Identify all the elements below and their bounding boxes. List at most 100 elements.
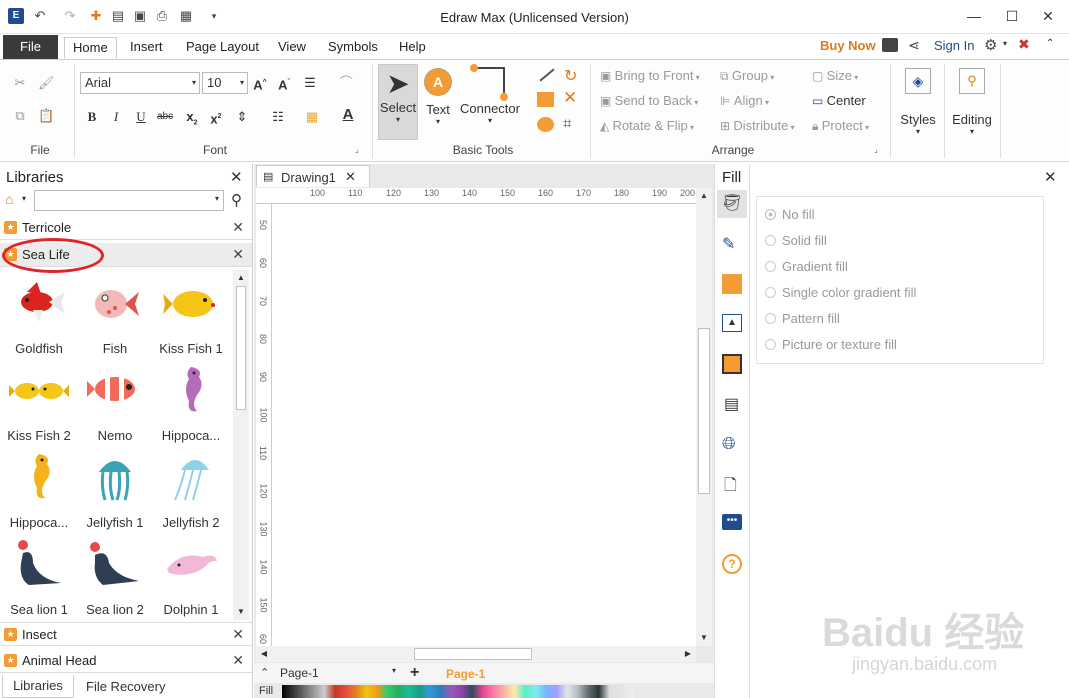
attachment-icon[interactable]: 🗋 [724,474,737,501]
text-tool-button[interactable]: A Text ▾ [420,64,456,140]
close-icon[interactable]: ✕ [232,219,244,236]
solid-fill-option[interactable]: Solid fill [765,233,827,248]
fill-icon[interactable]: 🪣︎ [717,190,747,218]
pattern-fill-option[interactable]: Pattern fill [765,311,840,326]
close-button[interactable]: ✕ [1028,4,1068,28]
rotate-flip-button[interactable]: ◭ Rotate & Flip ▾ [600,118,694,133]
scroll-left-icon[interactable]: ◀ [256,646,272,662]
image-icon[interactable]: ▲ [722,314,742,332]
add-page-icon[interactable]: + [410,664,419,682]
scroll-down-icon[interactable]: ▼ [696,630,712,646]
canvas-hscrollbar[interactable]: ◀ ▶ [256,646,696,662]
layer-icon[interactable] [722,354,742,374]
grow-font-icon[interactable]: A^ [252,75,268,92]
crop-tool-icon[interactable]: ⌗ [563,115,571,132]
tab-symbols[interactable]: Symbols [320,37,386,59]
shape-goldfish[interactable]: Goldfish [1,270,77,357]
font-name-select[interactable]: Arial ▾ [80,72,200,94]
shape-dolphin-1[interactable]: Dolphin 1 [153,531,229,618]
shape-kiss-fish-2[interactable]: Kiss Fish 2 [1,357,77,444]
paragraph-spacing-icon[interactable]: ⇕ [234,109,250,125]
tab-home[interactable]: Home [64,37,117,59]
editing-button[interactable]: ⚲ Editing ▾ [948,64,996,148]
shape-sea-lion-2[interactable]: Sea lion 2 [77,531,153,618]
format-painter-icon[interactable]: 🖌 [38,75,55,91]
expand-pages-icon[interactable]: ⌃ [260,666,269,679]
arc-tool-icon[interactable]: ↻ [564,66,577,86]
page-tab-active[interactable]: Page-1 [446,667,485,681]
size-button[interactable]: ▢ Size ▾ [812,68,858,83]
close-icon[interactable]: ✕ [232,652,244,669]
fill-panel-close-icon[interactable]: ✕ [1044,168,1057,186]
gradient-fill-option[interactable]: Gradient fill [765,259,848,274]
document-tab[interactable]: ▤ Drawing1 ✕ [256,165,370,187]
superscript-icon[interactable]: x2 [208,109,224,126]
tab-help[interactable]: Help [391,37,434,59]
protect-button[interactable]: 🔒︎ Protect ▾ [812,118,869,134]
italic-icon[interactable]: I [108,109,124,125]
group-button[interactable]: ⧉ Group ▾ [720,68,774,84]
library-item-insect[interactable]: ★ Insect ✕ [0,622,252,646]
cross-tool-icon[interactable]: ✕ [563,88,577,108]
subscript-icon[interactable]: x2 [184,109,200,127]
copy-icon[interactable]: ⧉ [12,108,28,124]
tab-view[interactable]: View [270,37,314,59]
shrink-font-icon[interactable]: Aˇ [276,75,292,92]
maximize-button[interactable]: ☐ [992,4,1032,28]
bold-icon[interactable]: B [84,109,100,125]
shape-nemo[interactable]: Nemo [77,357,153,444]
font-color-icon[interactable]: A [340,107,356,123]
drawing-page[interactable] [272,204,696,646]
buy-icon[interactable] [882,38,898,52]
line-spacing-icon[interactable]: ⌒ [338,75,354,91]
library-scrollbar[interactable]: ▲ ▼ [233,270,249,620]
comment-icon[interactable]: ••• [722,514,742,530]
text-background-icon[interactable]: ▦ [304,109,320,125]
no-fill-option[interactable]: No fill [765,207,815,222]
library-item-terricole[interactable]: ★ Terricole ✕ [0,216,252,240]
line-style-icon[interactable]: ✎ [722,234,735,254]
scroll-down-icon[interactable]: ▼ [233,604,249,620]
canvas-vscrollbar[interactable]: ▲ ▼ [696,188,712,646]
scroll-up-icon[interactable]: ▲ [233,270,249,286]
apps-icon[interactable]: ✖ [1018,36,1030,53]
align-button[interactable]: ⊫ Align ▾ [720,93,769,108]
tab-insert[interactable]: Insert [122,37,171,59]
scroll-thumb[interactable] [698,328,710,494]
share-icon[interactable]: ⋖ [908,37,920,54]
sign-in-link[interactable]: Sign In [934,38,974,53]
font-size-select[interactable]: 10 ▾ [202,72,248,94]
shape-jellyfish-1[interactable]: Jellyfish 1 [77,444,153,531]
connector-tool-button[interactable]: Connector ▾ [458,64,522,140]
scroll-thumb[interactable] [414,648,532,660]
color-palette[interactable] [282,685,634,698]
shape-kiss-fish-1[interactable]: Kiss Fish 1 [153,270,229,357]
bullets-icon[interactable]: ☷ [270,109,286,125]
cut-icon[interactable]: ✂ [12,75,28,91]
collapse-ribbon-icon[interactable]: ⌃ [1046,38,1054,49]
libraries-tab[interactable]: Libraries [2,675,74,698]
single-color-gradient-fill-option[interactable]: Single color gradient fill [765,285,916,300]
align-text-icon[interactable]: ☰ [302,75,318,91]
library-search-icon[interactable]: ⚲ [231,191,242,209]
underline-icon[interactable]: U [133,109,149,125]
select-tool-button[interactable]: ➤ Select ▾ [378,64,418,140]
page-properties-icon[interactable]: ▤ [724,394,739,414]
settings-dropdown-icon[interactable]: ▾ [1003,39,1007,48]
shape-fish[interactable]: Fish [77,270,153,357]
shape-jellyfish-2[interactable]: Jellyfish 2 [153,444,229,531]
tab-page-layout[interactable]: Page Layout [178,37,267,59]
library-search-input[interactable]: ▾ [34,190,224,211]
home-icon[interactable]: ⌂ [5,191,13,207]
bring-to-front-button[interactable]: ▣ Bring to Front ▾ [600,68,700,83]
home-dropdown-icon[interactable]: ▾ [22,194,26,203]
file-recovery-tab[interactable]: File Recovery [86,679,165,694]
libraries-close-icon[interactable]: ✕ [230,168,243,186]
close-icon[interactable]: ✕ [232,626,244,643]
page-select[interactable]: Page-1 ▾ [280,666,400,682]
arrange-dialog-launcher-icon[interactable]: ⌟ [874,145,878,154]
library-item-animal-head[interactable]: ★ Animal Head ✕ [0,649,252,673]
font-dialog-launcher-icon[interactable]: ⌟ [355,145,359,154]
send-to-back-button[interactable]: ▣ Send to Back ▾ [600,93,698,108]
distribute-button[interactable]: ⊞ Distribute ▾ [720,118,795,133]
